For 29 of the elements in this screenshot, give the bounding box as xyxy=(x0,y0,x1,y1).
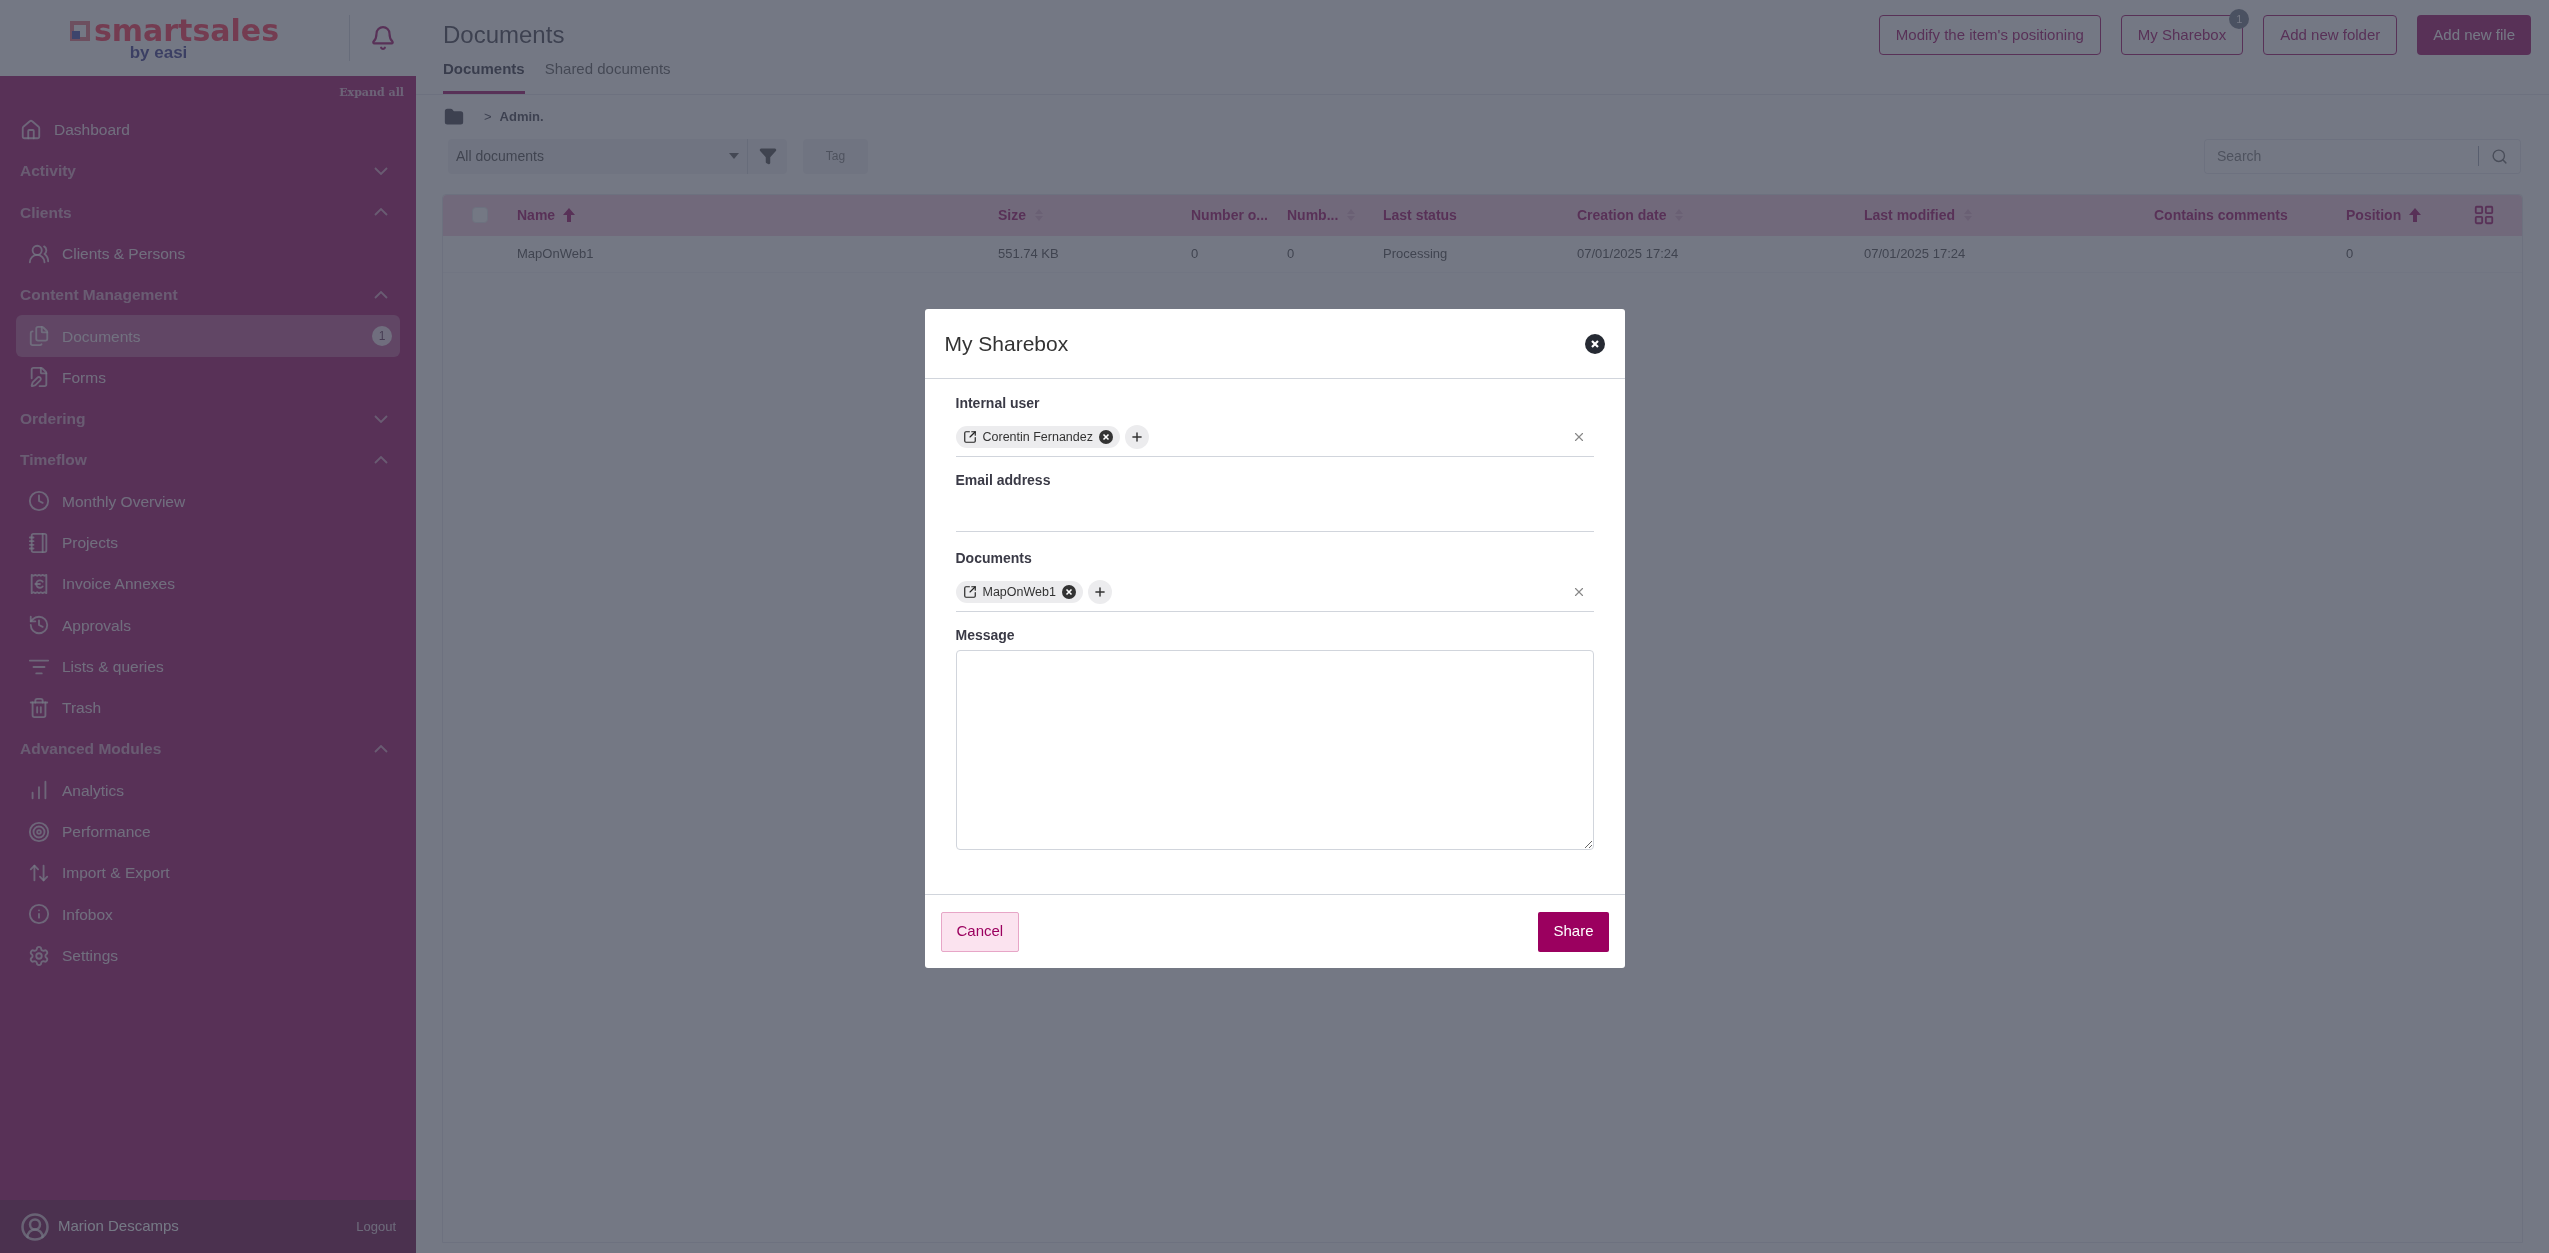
close-icon[interactable] xyxy=(1584,333,1605,354)
plus-icon xyxy=(1092,585,1107,599)
chip-field[interactable]: MapOnWeb1 xyxy=(955,577,1594,612)
breadcrumb-separator: > xyxy=(484,107,492,126)
user-name: Marion Descamps xyxy=(58,1216,180,1237)
field-label: Documents xyxy=(955,549,1033,568)
field-label: Message xyxy=(955,626,1016,645)
logo-byline: by easi xyxy=(129,43,188,61)
logo-wordmark: smartsales xyxy=(93,15,280,46)
message-input-field[interactable] xyxy=(955,650,1594,850)
dialog-button[interactable]: Cancel xyxy=(940,911,1020,952)
add-chip-button[interactable] xyxy=(1125,425,1149,449)
field-label: Internal user xyxy=(955,394,1041,413)
remove-chip-icon[interactable] xyxy=(1061,585,1076,599)
plus-icon xyxy=(1130,430,1144,444)
add-chip-button[interactable] xyxy=(1087,580,1112,604)
dialog-title: My Sharebox xyxy=(944,330,1069,357)
external-link-icon[interactable] xyxy=(962,430,977,444)
column-header[interactable]: Last modified xyxy=(1864,204,2154,226)
chip-field[interactable]: Corentin Fernandez xyxy=(955,422,1594,457)
column-header[interactable]: Numb... xyxy=(1287,204,1383,226)
column-header[interactable]: Size xyxy=(998,204,1191,226)
chip[interactable]: Corentin Fernandez xyxy=(955,426,1120,448)
chip[interactable]: MapOnWeb1 xyxy=(955,581,1083,603)
field-label: Email address xyxy=(955,471,1052,490)
external-link-icon[interactable] xyxy=(962,585,977,599)
dialog-button[interactable]: Share xyxy=(1538,911,1609,952)
column-header[interactable]: Creation date xyxy=(1577,204,1864,226)
remove-chip-icon[interactable] xyxy=(1099,430,1113,444)
